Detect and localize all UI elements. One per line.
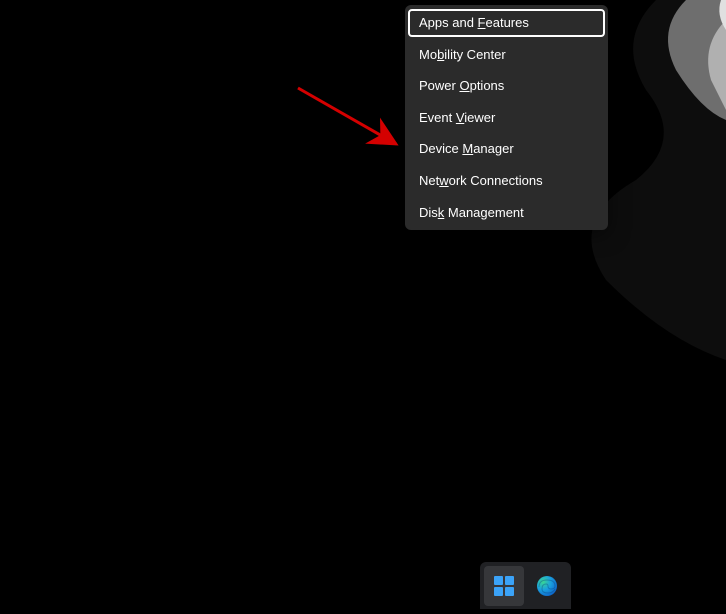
menu-item-label: Mobility Center [419,47,506,63]
menu-item-label: Network Connections [419,173,543,189]
annotation-arrow [296,86,406,156]
edge-button[interactable] [528,566,568,606]
menu-item-label: Event Viewer [419,110,495,126]
menu-item-label: Power Options [419,78,504,94]
start-button[interactable] [484,566,524,606]
menu-item-network-connections[interactable]: Network Connections [405,165,608,197]
edge-icon [535,574,559,598]
windows-logo-icon [492,574,516,598]
menu-item-event-viewer[interactable]: Event Viewer [405,102,608,134]
menu-item-disk-management[interactable]: Disk Management [405,197,608,229]
winx-context-menu[interactable]: Apps and Features Mobility Center Power Op… [405,5,608,230]
menu-item-apps-and-features[interactable]: Apps and Features [408,9,605,37]
taskbar [480,562,571,609]
menu-item-mobility-center[interactable]: Mobility Center [405,39,608,71]
menu-item-label: Disk Management [419,205,524,221]
menu-item-power-options[interactable]: Power Options [405,70,608,102]
menu-item-device-manager[interactable]: Device Manager [405,133,608,165]
menu-item-label: Apps and Features [419,15,529,31]
menu-item-label: Device Manager [419,141,514,157]
